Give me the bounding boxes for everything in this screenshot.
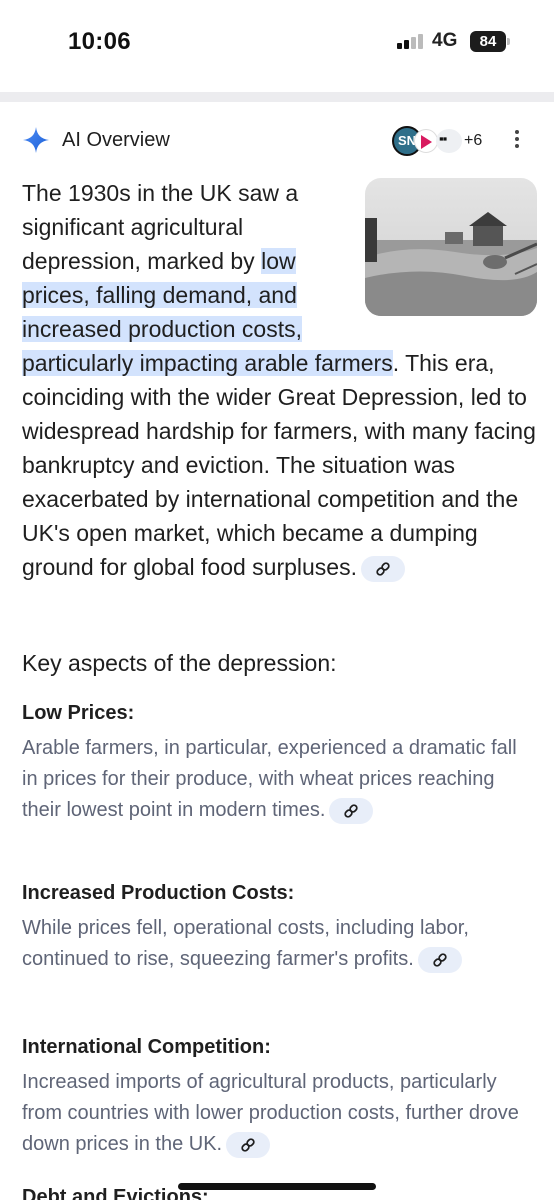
intro-text-start: The 1930s in the UK saw a significant ag… xyxy=(22,180,299,274)
aspect-item: International Competition: Increased imp… xyxy=(22,1034,534,1160)
aspect-body: Increased imports of agricultural produc… xyxy=(22,1071,519,1155)
aspect-body: While prices fell, operational costs, in… xyxy=(22,917,469,970)
key-aspects-heading: Key aspects of the depression: xyxy=(22,650,337,676)
citation-link-button[interactable] xyxy=(417,946,462,973)
ai-overview-title: AI Overview xyxy=(62,129,170,151)
aspect-heading: Low Prices: xyxy=(22,702,135,724)
link-icon xyxy=(376,562,390,576)
source-play-avatar[interactable] xyxy=(414,129,438,153)
aspect-text: While prices fell, operational costs, in… xyxy=(22,913,534,975)
source-dots-avatar[interactable] xyxy=(436,129,462,153)
intro-text-end: . This era, coinciding with the wider Gr… xyxy=(22,350,536,580)
ai-overview-header: AI Overview SN +6 xyxy=(22,122,537,160)
signal-icon xyxy=(397,33,427,49)
aspect-text: Arable farmers, in particular, experienc… xyxy=(22,733,534,826)
citation-link-button[interactable] xyxy=(329,797,374,824)
aspect-item: Increased Production Costs: While prices… xyxy=(22,880,534,975)
aspect-heading: Increased Production Costs: xyxy=(22,882,295,904)
sparkle-icon xyxy=(23,127,49,153)
citation-link-button[interactable] xyxy=(226,1131,271,1158)
battery-tip xyxy=(507,38,510,45)
divider xyxy=(0,92,554,102)
status-time: 10:06 xyxy=(68,28,131,55)
network-type: 4G xyxy=(432,30,458,51)
more-sources-count[interactable]: +6 xyxy=(464,132,482,150)
citation-link-button[interactable] xyxy=(361,555,405,582)
battery-icon: 84 xyxy=(470,31,506,52)
more-vert-icon[interactable] xyxy=(512,130,522,152)
home-indicator[interactable] xyxy=(178,1183,376,1190)
farm-thumbnail-image[interactable] xyxy=(365,178,537,316)
aspect-item: Low Prices: Arable farmers, in particula… xyxy=(22,700,534,826)
status-bar: 10:06 4G 84 xyxy=(0,0,554,80)
aspect-heading: International Competition: xyxy=(22,1036,271,1058)
source-avatars[interactable]: SN +6 xyxy=(392,126,502,156)
aspect-text: Increased imports of agricultural produc… xyxy=(22,1067,534,1160)
aspect-body: Arable farmers, in particular, experienc… xyxy=(22,737,517,821)
link-icon xyxy=(241,1138,255,1152)
overview-paragraph: The 1930s in the UK saw a significant ag… xyxy=(22,176,537,584)
link-icon xyxy=(344,804,359,818)
link-icon xyxy=(433,953,447,967)
